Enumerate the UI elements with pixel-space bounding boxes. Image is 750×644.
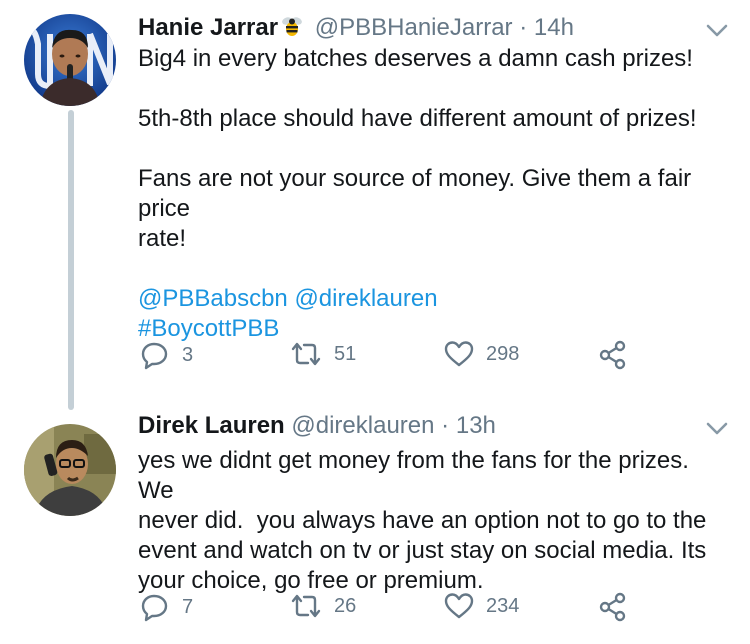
tweet-text: Big4 in every batches deserves a damn ca… [138,44,728,344]
retweet-count: 26 [334,594,357,617]
timestamp[interactable]: 14h [534,14,574,41]
share-button[interactable] [598,340,628,370]
like-button[interactable]: 234 [444,592,519,620]
tweet-actions: 3 51 298 [140,340,640,380]
thread-line [68,110,74,410]
tweet-line: Fans are not your source of money. Give … [138,165,692,222]
like-icon [444,593,474,619]
reply-icon [141,594,168,622]
tweet-line: yes we didnt get money from the fans for… [138,447,689,504]
reply-button[interactable]: 7 [140,592,193,622]
reply-button[interactable]: 3 [140,340,193,370]
bee-icon [280,14,304,45]
mention-links[interactable]: @PBBabscbn @direklauren [138,284,728,314]
retweet-button[interactable]: 26 [290,592,356,620]
like-count: 298 [486,342,520,365]
share-icon [599,340,626,370]
retweet-icon [291,594,321,618]
chevron-down-icon[interactable] [706,24,728,38]
avatar[interactable] [24,14,116,106]
share-icon [599,592,626,622]
tweet-hanie: Hanie Jarrar @PBBHanieJarrar · 14h Big4 … [0,0,750,410]
chevron-down-icon[interactable] [706,422,728,436]
tweet-header: Hanie Jarrar @PBBHanieJarrar · 14h [138,14,574,45]
tweet-actions: 7 26 234 [140,592,640,632]
tweet-line: 5th-8th place should have different amou… [138,105,697,132]
author-handle[interactable]: @PBBHanieJarrar [315,14,513,41]
timestamp[interactable]: 13h [456,412,496,439]
reply-count: 7 [182,595,194,618]
tweet-line: rate! [138,225,187,252]
avatar[interactable] [24,424,116,516]
tweet-line: Big4 in every batches deserves a damn ca… [138,45,693,72]
tweet-header: Direk Lauren @direklauren · 13h [138,412,496,440]
retweet-button[interactable]: 51 [290,340,356,368]
separator-dot: · [519,14,528,41]
author-name[interactable]: Hanie Jarrar [138,14,278,41]
share-button[interactable] [598,592,628,622]
like-icon [444,341,474,367]
tweet-text: yes we didnt get money from the fans for… [138,446,728,596]
reply-count: 3 [182,343,194,366]
separator-dot: · [441,412,450,439]
author-name[interactable]: Direk Lauren [138,412,285,439]
like-count: 234 [486,594,520,617]
tweet-direk: Direk Lauren @direklauren · 13h yes we d… [0,400,750,644]
like-button[interactable]: 298 [444,340,519,368]
tweet-line: event and watch on tv or just stay on so… [138,537,707,564]
author-handle[interactable]: @direklauren [291,412,434,439]
reply-icon [141,342,168,370]
tweet-line: never did. you always have an option not… [138,507,707,534]
retweet-count: 51 [334,342,357,365]
retweet-icon [291,342,321,366]
